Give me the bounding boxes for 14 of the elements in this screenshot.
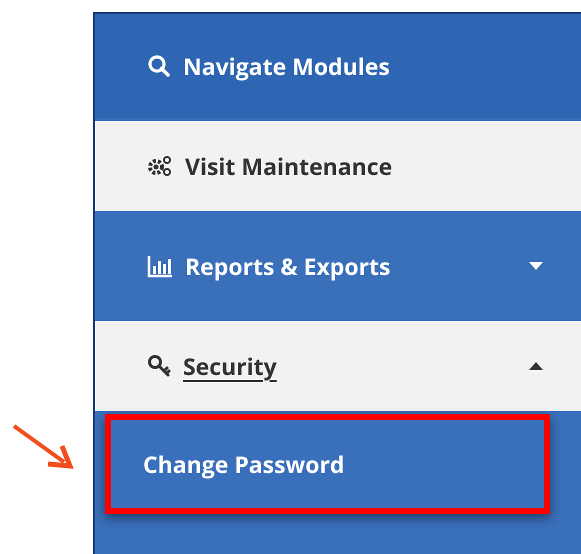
menu-item[interactable]: Security	[95, 321, 581, 411]
key-icon	[147, 354, 171, 378]
menu-label[interactable]: Reports & Exports	[185, 250, 517, 282]
pointer-arrow	[12, 424, 74, 470]
caret-icon	[529, 262, 543, 270]
menu-label[interactable]: Navigate Modules	[183, 50, 543, 82]
menu-item[interactable]: Visit Maintenance	[95, 121, 581, 211]
caret-icon	[529, 362, 543, 370]
menu-label[interactable]: Visit Maintenance	[185, 150, 543, 182]
gears-icon	[147, 154, 173, 178]
menu-label[interactable]: Security	[183, 350, 517, 382]
bar-chart-icon	[147, 254, 173, 278]
search-icon	[147, 54, 171, 78]
menu-item[interactable]: Navigate Modules	[95, 14, 581, 118]
